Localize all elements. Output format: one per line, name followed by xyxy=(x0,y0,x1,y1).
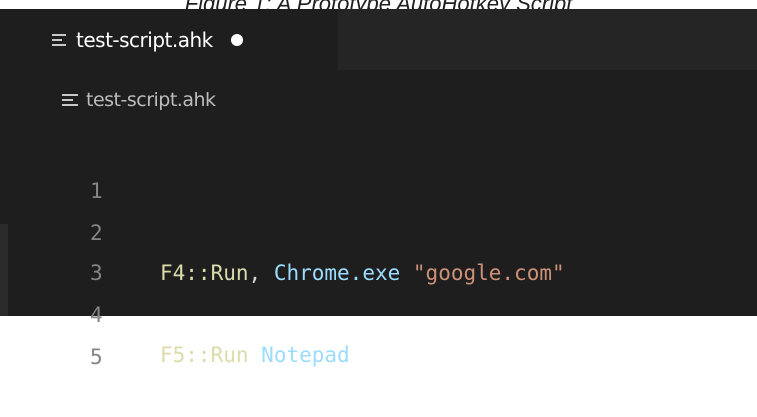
code-text: F5::Run Notepad xyxy=(160,335,350,375)
code-line-1[interactable]: 1 xyxy=(0,131,757,203)
line-number: 5 xyxy=(90,345,103,369)
unsaved-dot-icon[interactable] xyxy=(230,33,243,46)
code-line-3[interactable]: 3 xyxy=(0,213,757,285)
breadcrumb-label: test-script.ahk xyxy=(86,89,216,111)
hotkey-token: F5::Run xyxy=(160,343,249,367)
code-editor: test-script.ahk test-script.ahk 1 2 F4::… xyxy=(0,9,757,369)
code-line-4[interactable]: 4 F5::Run Notepad xyxy=(0,255,757,367)
tab-label: test-script.ahk xyxy=(76,27,213,52)
breadcrumb[interactable]: test-script.ahk xyxy=(62,89,216,111)
tab-test-script[interactable]: test-script.ahk xyxy=(0,9,338,70)
tab-bar: test-script.ahk xyxy=(0,9,757,70)
code-line-2[interactable]: 2 F4::Run, Chrome.exe "google.com" xyxy=(0,173,757,285)
file-lines-icon xyxy=(62,93,78,107)
identifier-token: Notepad xyxy=(261,343,350,367)
file-lines-icon xyxy=(52,33,66,46)
code-line-5[interactable]: 5 xyxy=(0,297,757,369)
